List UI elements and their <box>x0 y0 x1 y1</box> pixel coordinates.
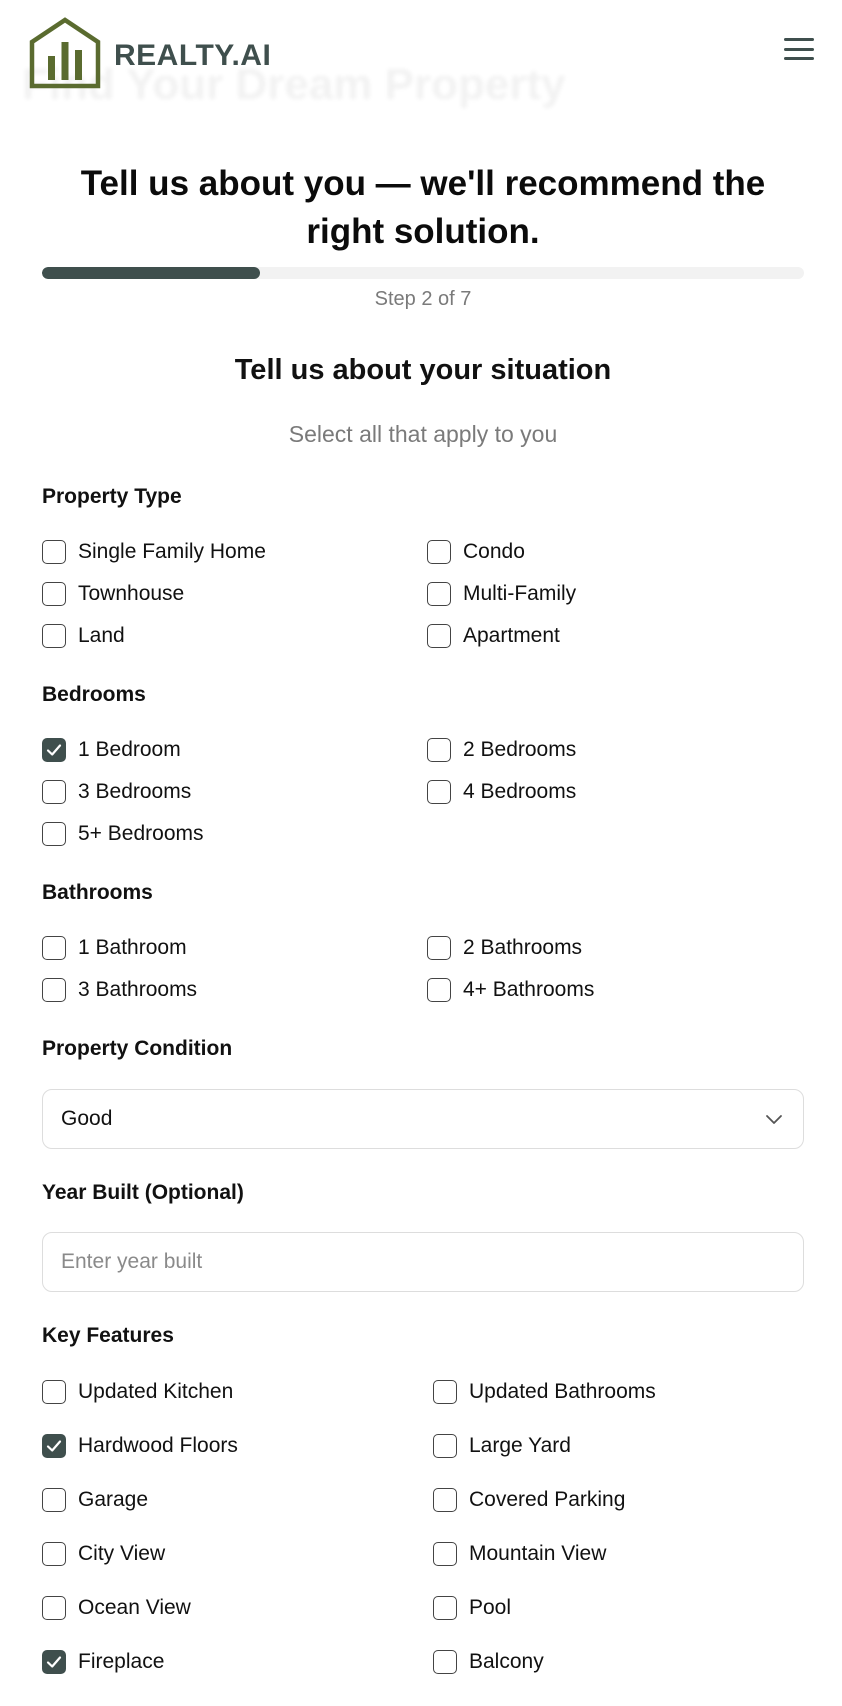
option-2-bedrooms[interactable]: 2 Bedrooms <box>427 735 576 765</box>
checkbox[interactable] <box>433 1434 457 1458</box>
checkbox[interactable] <box>42 1488 66 1512</box>
option-3-bedrooms[interactable]: 3 Bedrooms <box>42 777 191 807</box>
option-2-bathrooms[interactable]: 2 Bathrooms <box>427 933 582 963</box>
year-built-label: Year Built (Optional) <box>42 1181 244 1204</box>
bedrooms-label: Bedrooms <box>42 683 146 706</box>
checkbox[interactable] <box>427 738 451 762</box>
option-updated-kitchen[interactable]: Updated Kitchen <box>42 1377 233 1407</box>
option-multi-family[interactable]: Multi-Family <box>427 579 576 609</box>
option-1-bathroom[interactable]: 1 Bathroom <box>42 933 187 963</box>
checkbox[interactable] <box>433 1380 457 1404</box>
checkbox[interactable] <box>427 540 451 564</box>
checkbox[interactable] <box>42 624 66 648</box>
checkbox[interactable] <box>433 1596 457 1620</box>
option-balcony[interactable]: Balcony <box>433 1647 544 1677</box>
year-built-field-wrapper <box>42 1232 804 1292</box>
checkbox[interactable] <box>42 1650 66 1674</box>
option-4-bedrooms[interactable]: 4 Bedrooms <box>427 777 576 807</box>
checkbox[interactable] <box>42 738 66 762</box>
option-3-bathrooms[interactable]: 3 Bathrooms <box>42 975 197 1005</box>
property-condition-select[interactable]: Good <box>42 1089 804 1149</box>
property-condition-value: Good <box>61 1107 113 1130</box>
checkbox[interactable] <box>433 1650 457 1674</box>
option-1-bedroom[interactable]: 1 Bedroom <box>42 735 181 765</box>
checkbox[interactable] <box>433 1488 457 1512</box>
option-city-view[interactable]: City View <box>42 1539 165 1569</box>
checkbox[interactable] <box>42 540 66 564</box>
option-garage[interactable]: Garage <box>42 1485 148 1515</box>
header: Find Your Dream Property REALTY.AI <box>0 0 842 110</box>
option-fireplace[interactable]: Fireplace <box>42 1647 164 1677</box>
checkbox[interactable] <box>42 822 66 846</box>
progress-bar <box>42 267 804 279</box>
year-built-input[interactable] <box>61 1250 785 1274</box>
step-indicator: Step 2 of 7 <box>374 288 472 310</box>
checkbox[interactable] <box>42 1380 66 1404</box>
brand-name: REALTY.AI <box>114 38 272 72</box>
option-ocean-view[interactable]: Ocean View <box>42 1593 191 1623</box>
checkbox[interactable] <box>427 780 451 804</box>
key-features-label: Key Features <box>42 1324 174 1347</box>
option-apartment[interactable]: Apartment <box>427 621 560 651</box>
checkbox[interactable] <box>42 936 66 960</box>
option-single-family-home[interactable]: Single Family Home <box>42 537 266 567</box>
option-updated-bathrooms[interactable]: Updated Bathrooms <box>433 1377 656 1407</box>
property-type-label: Property Type <box>42 485 182 508</box>
house-logo-icon <box>28 16 102 95</box>
check-icon <box>46 1440 62 1452</box>
option-townhouse[interactable]: Townhouse <box>42 579 184 609</box>
option-5-plus-bedrooms[interactable]: 5+ Bedrooms <box>42 819 204 849</box>
checkbox[interactable] <box>433 1542 457 1566</box>
option-hardwood-floors[interactable]: Hardwood Floors <box>42 1431 238 1461</box>
brand-logo[interactable]: REALTY.AI <box>28 16 271 95</box>
checkbox[interactable] <box>427 624 451 648</box>
option-land[interactable]: Land <box>42 621 125 651</box>
checkbox[interactable] <box>42 1596 66 1620</box>
checkbox[interactable] <box>42 780 66 804</box>
option-covered-parking[interactable]: Covered Parking <box>433 1485 625 1515</box>
hamburger-menu-icon[interactable] <box>784 36 814 62</box>
checkbox[interactable] <box>42 978 66 1002</box>
check-icon <box>46 1656 62 1668</box>
checkbox[interactable] <box>427 936 451 960</box>
progress-bar-fill <box>42 267 260 279</box>
option-pool[interactable]: Pool <box>433 1593 511 1623</box>
section-subtitle: Select all that apply to you <box>288 421 558 447</box>
property-condition-label: Property Condition <box>42 1037 233 1060</box>
page-title: Tell us about you — we'll recommend the … <box>80 164 766 251</box>
checkbox[interactable] <box>427 582 451 606</box>
check-icon <box>46 744 62 756</box>
bathrooms-label: Bathrooms <box>42 881 153 904</box>
chevron-down-icon <box>763 1108 785 1130</box>
section-title: Tell us about your situation <box>234 354 612 386</box>
checkbox[interactable] <box>427 978 451 1002</box>
checkbox[interactable] <box>42 582 66 606</box>
checkbox[interactable] <box>42 1542 66 1566</box>
option-condo[interactable]: Condo <box>427 537 525 567</box>
option-mountain-view[interactable]: Mountain View <box>433 1539 606 1569</box>
option-4-plus-bathrooms[interactable]: 4+ Bathrooms <box>427 975 594 1005</box>
checkbox[interactable] <box>42 1434 66 1458</box>
option-large-yard[interactable]: Large Yard <box>433 1431 571 1461</box>
